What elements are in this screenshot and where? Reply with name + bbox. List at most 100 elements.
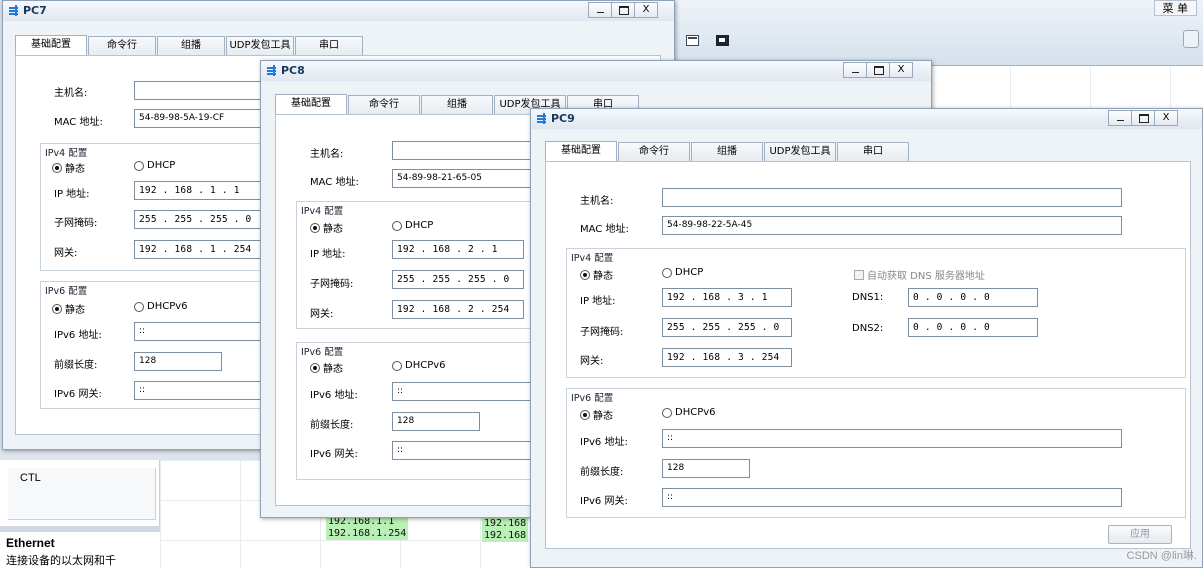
pc-icon [9, 5, 19, 16]
maximize-button[interactable] [1131, 110, 1155, 126]
ipv4-group-label: IPv4 配置 [567, 248, 638, 264]
dhcpv6-radio[interactable]: DHCPv6 [392, 360, 446, 371]
dhcpv6-radio[interactable]: DHCPv6 [134, 301, 188, 312]
ip-input[interactable]: 192 . 168 . 2 . 1 [392, 240, 524, 259]
hostname-label: 主机名: [310, 149, 344, 160]
tab-command-line[interactable]: 命令行 [88, 36, 156, 55]
tab-multicast[interactable]: 组播 [157, 36, 225, 55]
maximize-button[interactable] [866, 62, 890, 78]
static-v6-radio[interactable]: 静态 [310, 360, 343, 375]
ipv6-addr-input[interactable]: :: [662, 429, 1122, 448]
gateway-label: 网关: [54, 248, 78, 259]
tab-command-line[interactable]: 命令行 [348, 95, 420, 114]
pc9-title: PC9 [551, 112, 575, 125]
mask-label: 子网掩码: [580, 327, 624, 338]
static-v6-radio[interactable]: 静态 [580, 407, 613, 422]
close-button[interactable]: X [634, 2, 658, 18]
mask-input[interactable]: 255 . 255 . 255 . 0 [662, 318, 792, 337]
tab-basic-config[interactable]: 基础配置 [545, 141, 617, 162]
chat-icon[interactable] [1183, 30, 1199, 48]
hostname-input[interactable] [662, 188, 1122, 207]
tab-multicast[interactable]: 组播 [421, 95, 493, 114]
ipv6-group-label: IPv6 配置 [41, 281, 112, 297]
static-radio[interactable]: 静态 [52, 160, 85, 175]
device-info: Ethernet 连接设备的以太网和千 [0, 526, 160, 568]
tab-serial[interactable]: 串口 [837, 142, 909, 161]
pc9-window: PC9 X 基础配置 命令行 组播 UDP发包工具 串口 主机名: MAC 地址… [530, 108, 1203, 568]
gateway-input[interactable]: 192 . 168 . 1 . 254 [134, 240, 274, 259]
mac-label: MAC 地址: [580, 224, 629, 235]
device-info-title: Ethernet [6, 536, 55, 550]
mask-input[interactable]: 255 . 255 . 255 . 0 [134, 210, 274, 229]
pc9-titlebar[interactable]: PC9 X [531, 109, 1202, 129]
pc-icon [267, 65, 277, 76]
minimize-button[interactable] [588, 2, 612, 18]
mac-label: MAC 地址: [310, 177, 359, 188]
prefix-input[interactable]: 128 [662, 459, 750, 478]
tab-serial[interactable]: 串口 [295, 36, 363, 55]
pc-icon [537, 113, 547, 124]
tab-basic-config[interactable]: 基础配置 [275, 94, 347, 115]
tab-udp-tool[interactable]: UDP发包工具 [764, 142, 836, 161]
ipv6-gw-label: IPv6 网关: [580, 496, 628, 507]
window-icon[interactable] [686, 35, 699, 46]
canvas-ip-label: 192.168 192.168 [482, 518, 529, 542]
mac-label: MAC 地址: [54, 117, 103, 128]
mask-label: 子网掩码: [310, 279, 354, 290]
dhcp-radio[interactable]: DHCP [134, 160, 175, 171]
dhcpv6-radio[interactable]: DHCPv6 [662, 407, 716, 418]
ip-label: IP 地址: [310, 249, 346, 260]
mask-label: 子网掩码: [54, 218, 98, 229]
tab-command-line[interactable]: 命令行 [618, 142, 690, 161]
prefix-label: 前缀长度: [310, 420, 354, 431]
gateway-label: 网关: [580, 356, 604, 367]
static-radio[interactable]: 静态 [310, 220, 343, 235]
dns2-label: DNS2: [852, 323, 884, 334]
pc7-titlebar[interactable]: PC7 X [3, 1, 674, 21]
pc7-title: PC7 [23, 4, 47, 17]
watermark: CSDN @lin琳. [1126, 550, 1197, 562]
terminal-icon[interactable] [716, 35, 729, 46]
tab-udp-tool[interactable]: UDP发包工具 [226, 36, 294, 55]
dhcp-radio[interactable]: DHCP [662, 267, 703, 278]
ipv6-gw-label: IPv6 网关: [54, 389, 102, 400]
ipv6-addr-label: IPv6 地址: [54, 330, 102, 341]
ip-input[interactable]: 192 . 168 . 1 . 1 [134, 181, 274, 200]
device-info-desc: 连接设备的以太网和千 [6, 555, 116, 567]
close-button[interactable]: X [1154, 110, 1178, 126]
dns1-input[interactable]: 0 . 0 . 0 . 0 [908, 288, 1038, 307]
pc8-title: PC8 [281, 64, 305, 77]
prefix-label: 前缀长度: [54, 360, 98, 371]
static-radio[interactable]: 静态 [580, 267, 613, 282]
ipv6-group-label: IPv6 配置 [297, 342, 368, 358]
mask-input[interactable]: 255 . 255 . 255 . 0 [392, 270, 524, 289]
prefix-input[interactable]: 128 [392, 412, 480, 431]
ipv6-gw-input[interactable]: :: [662, 488, 1122, 507]
ip-input[interactable]: 192 . 168 . 3 . 1 [662, 288, 792, 307]
dhcp-radio[interactable]: DHCP [392, 220, 433, 231]
gateway-input[interactable]: 192 . 168 . 3 . 254 [662, 348, 792, 367]
apply-button[interactable]: 应用 [1108, 525, 1172, 544]
tab-basic-config[interactable]: 基础配置 [15, 35, 87, 56]
gateway-input[interactable]: 192 . 168 . 2 . 254 [392, 300, 524, 319]
mac-field: 54-89-98-22-5A-45 [662, 216, 1122, 235]
close-button[interactable]: X [889, 62, 913, 78]
background-toolbar: 菜 单 [675, 0, 1203, 66]
menu-label[interactable]: 菜 单 [1153, 0, 1197, 16]
ctl-item[interactable]: CTL [8, 468, 156, 520]
maximize-button[interactable] [611, 2, 635, 18]
minimize-button[interactable] [843, 62, 867, 78]
static-v6-radio[interactable]: 静态 [52, 301, 85, 316]
pc8-titlebar[interactable]: PC8 X [261, 61, 931, 81]
auto-dns-checkbox[interactable]: 自动获取 DNS 服务器地址 [854, 267, 985, 282]
ipv6-addr-label: IPv6 地址: [310, 390, 358, 401]
tab-multicast[interactable]: 组播 [691, 142, 763, 161]
prefix-input[interactable]: 128 [134, 352, 222, 371]
gateway-label: 网关: [310, 309, 334, 320]
minimize-button[interactable] [1108, 110, 1132, 126]
ipv6-gw-label: IPv6 网关: [310, 449, 358, 460]
hostname-label: 主机名: [54, 88, 88, 99]
dns2-input[interactable]: 0 . 0 . 0 . 0 [908, 318, 1038, 337]
ip-label: IP 地址: [54, 189, 90, 200]
ipv6-addr-label: IPv6 地址: [580, 437, 628, 448]
